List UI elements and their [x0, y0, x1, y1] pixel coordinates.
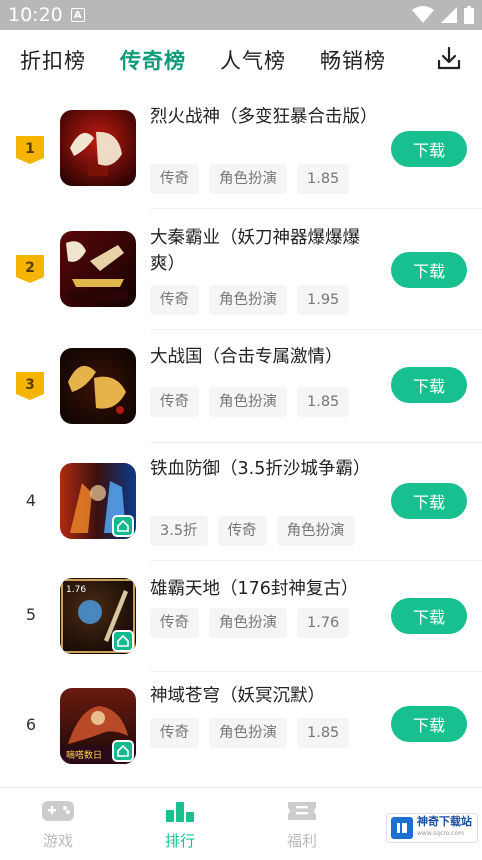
- game-icon[interactable]: [60, 231, 136, 307]
- game-title[interactable]: 铁血防御（3.5折沙城争霸）: [150, 456, 372, 482]
- tag-category: 传奇: [217, 516, 267, 546]
- game-tags: 传奇 角色扮演 1.85: [150, 164, 350, 194]
- tag-discount: 3.5折: [150, 516, 208, 546]
- tag-category: 传奇: [150, 608, 199, 638]
- tab-popular-label: 人气榜: [220, 49, 286, 73]
- tab-popular[interactable]: 人气榜: [220, 45, 286, 75]
- nav-welfare[interactable]: 福利: [272, 798, 332, 851]
- rank-number: 2: [25, 260, 35, 276]
- tag-genre: 角色扮演: [209, 718, 287, 748]
- tag-genre: 角色扮演: [209, 164, 287, 194]
- status-bar: 10:20 A: [0, 0, 482, 30]
- download-button[interactable]: 下载: [391, 706, 467, 742]
- wifi-icon: [412, 6, 434, 23]
- nav-games-label: 游戏: [42, 832, 73, 850]
- game-title[interactable]: 大战国（合击专属激情）: [150, 344, 372, 370]
- tag-version: 1.76: [297, 608, 350, 638]
- tab-legend-label: 传奇榜: [120, 49, 186, 73]
- tag-category: 传奇: [150, 285, 199, 315]
- tab-bestseller-label: 畅销榜: [320, 49, 386, 73]
- rank-badge: 3: [16, 372, 44, 400]
- download-button[interactable]: 下载: [391, 131, 467, 167]
- tag-genre: 角色扮演: [209, 608, 287, 638]
- tag-category: 传奇: [150, 387, 199, 417]
- tag-genre: 角色扮演: [209, 387, 287, 417]
- nav-ranking-label: 排行: [164, 832, 195, 850]
- tag-category: 传奇: [150, 718, 199, 748]
- home-badge-icon: [112, 630, 134, 652]
- list-item[interactable]: 3 大战国（合击专属激情） 传奇 角色扮演 1.85 下载: [0, 330, 482, 443]
- game-title[interactable]: 神域苍穹（妖冥沉默）: [150, 683, 372, 709]
- game-title[interactable]: 大秦霸业（妖刀神器爆爆爆爽）: [150, 225, 372, 277]
- tag-version: 1.95: [297, 285, 350, 315]
- game-icon[interactable]: 嘀嗒数日: [60, 688, 136, 764]
- tag-version: 1.85: [297, 387, 350, 417]
- game-icon[interactable]: [60, 463, 136, 539]
- game-tags: 传奇 角色扮演 1.76: [150, 608, 350, 638]
- tab-bestseller[interactable]: 畅销榜: [320, 45, 386, 75]
- game-icon[interactable]: 1.76: [60, 578, 136, 654]
- download-button[interactable]: 下载: [391, 483, 467, 519]
- tab-legend[interactable]: 传奇榜: [120, 45, 186, 77]
- nav-welfare-label: 福利: [286, 832, 317, 850]
- game-tags: 3.5折 传奇 角色扮演: [150, 516, 355, 546]
- list-item[interactable]: 1 烈火战神（多变狂暴合击版） 传奇 角色扮演 1.85 下载: [0, 90, 482, 209]
- list-item[interactable]: 4 铁血防御（3.5折沙城争霸） 3.5折 传奇 角色扮演 下载: [0, 443, 482, 561]
- download-button[interactable]: 下载: [391, 367, 467, 403]
- rank-badge: 1: [16, 136, 44, 164]
- tag-version: 1.85: [297, 164, 350, 194]
- game-title[interactable]: 雄霸天地（176封神复古）: [150, 576, 372, 602]
- tag-version: 1.85: [297, 718, 350, 748]
- nav-games[interactable]: 游戏: [28, 798, 88, 851]
- ticket-icon: [288, 802, 316, 820]
- bar-chart-icon: [166, 802, 194, 822]
- tag-category: 传奇: [150, 164, 199, 194]
- status-time: 10:20: [8, 4, 63, 26]
- list-item[interactable]: 5 1.76 雄霸天地（176封神复古） 传奇 角色扮演 1.76 下载: [0, 561, 482, 672]
- rank-number: 4: [25, 491, 37, 510]
- rank-badge: 2: [16, 255, 44, 283]
- rank-number: 3: [25, 377, 35, 393]
- home-badge-icon: [112, 740, 134, 762]
- game-tags: 传奇 角色扮演 1.95: [150, 285, 350, 315]
- signal-icon: [441, 7, 457, 23]
- download-manager-icon[interactable]: [436, 46, 462, 72]
- site-watermark: 神奇下载站 www.sqcro.com: [386, 813, 478, 843]
- watermark-title: 神奇下载站: [417, 815, 472, 828]
- game-title[interactable]: 烈火战神（多变狂暴合击版）: [150, 104, 378, 130]
- game-icon[interactable]: [60, 110, 136, 186]
- icon-version-label: 1.76: [66, 585, 86, 595]
- download-button[interactable]: 下载: [391, 598, 467, 634]
- home-badge-icon: [112, 515, 134, 537]
- list-item[interactable]: 2 大秦霸业（妖刀神器爆爆爆爽） 传奇 角色扮演 1.95 下载: [0, 209, 482, 330]
- download-button[interactable]: 下载: [391, 252, 467, 288]
- rank-number: 6: [25, 715, 37, 734]
- icon-caption: 嘀嗒数日: [66, 749, 102, 761]
- rank-number: 1: [25, 141, 35, 157]
- tag-genre: 角色扮演: [209, 285, 287, 315]
- game-icon[interactable]: [60, 348, 136, 424]
- tab-discount[interactable]: 折扣榜: [20, 45, 86, 75]
- game-tags: 传奇 角色扮演 1.85: [150, 387, 350, 417]
- gamepad-icon: [42, 801, 74, 821]
- rank-number: 5: [25, 605, 37, 624]
- notification-a-icon: A: [70, 8, 85, 22]
- game-tags: 传奇 角色扮演 1.85: [150, 718, 350, 748]
- watermark-logo-icon: [391, 817, 413, 839]
- watermark-url: www.sqcro.com: [417, 830, 464, 837]
- tab-discount-label: 折扣榜: [20, 49, 86, 73]
- rank-tabs: 折扣榜 传奇榜 人气榜 畅销榜: [0, 30, 482, 90]
- battery-icon: [464, 6, 474, 24]
- nav-ranking[interactable]: 排行: [150, 798, 210, 851]
- list-item[interactable]: 6 嘀嗒数日 神域苍穹（妖冥沉默） 传奇 角色扮演 1.85 下载: [0, 672, 482, 782]
- tag-genre: 角色扮演: [276, 516, 355, 546]
